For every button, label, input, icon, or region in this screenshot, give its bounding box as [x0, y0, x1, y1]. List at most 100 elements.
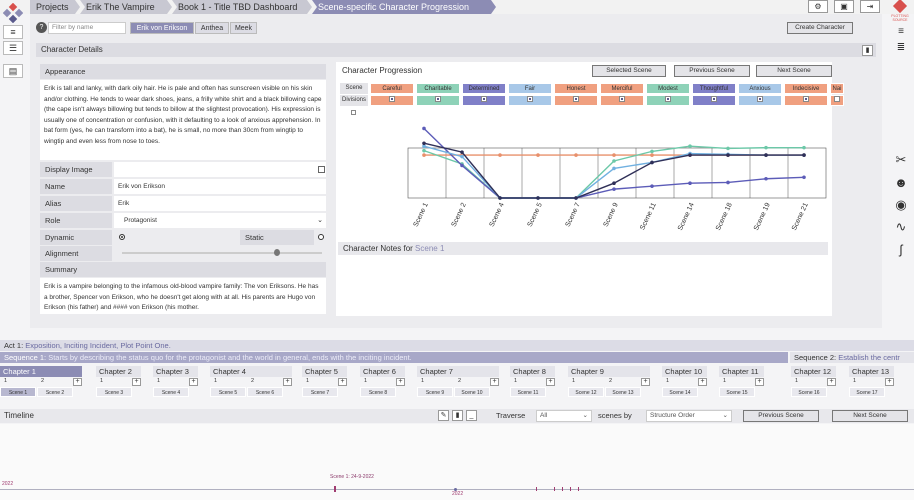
trait-checkbox[interactable] — [554, 95, 598, 106]
sequence-1[interactable]: Sequence 1: Starts by describing the sta… — [0, 352, 788, 363]
timeline-tick[interactable] — [554, 487, 555, 491]
checkbox[interactable] — [803, 96, 809, 102]
chapter-header[interactable]: Chapter 3 — [153, 366, 198, 377]
chapter-header[interactable]: Chapter 2 — [96, 366, 141, 377]
trash-icon[interactable]: ▮ — [452, 410, 463, 421]
next-scene-button[interactable]: Next Scene — [756, 65, 832, 77]
user-icon[interactable]: ▣ — [834, 0, 854, 13]
filter-input[interactable]: Filter by name — [48, 22, 126, 34]
scene-cell[interactable]: Scene 9 — [417, 387, 453, 397]
chapter-header[interactable]: Chapter 8 — [510, 366, 555, 377]
compass-icon[interactable]: ◉ — [891, 195, 911, 215]
archive-icon[interactable]: ▤ — [3, 64, 23, 78]
traverse-select[interactable]: All ⌄ — [536, 410, 592, 422]
scene-cell[interactable]: Scene 15 — [719, 387, 755, 397]
trait-checkbox[interactable] — [416, 95, 460, 106]
add-scene-button[interactable]: + — [641, 378, 650, 386]
add-scene-button[interactable]: + — [73, 378, 82, 386]
gear-icon[interactable]: ⚙ — [808, 0, 828, 13]
add-scene-button[interactable]: + — [698, 378, 707, 386]
chapter-header[interactable]: Chapter 10 — [662, 366, 707, 377]
dynamic-radio[interactable] — [119, 234, 125, 240]
timeline-previous-scene-button[interactable]: Previous Scene — [743, 410, 819, 422]
alignment-slider-handle[interactable] — [274, 249, 280, 256]
trait-checkbox[interactable] — [646, 95, 690, 106]
checkbox[interactable] — [619, 96, 625, 102]
notes-scene-link[interactable]: Scene 1 — [415, 244, 444, 253]
role-select[interactable]: Protagonist ⌄ — [114, 213, 326, 228]
chapter-header[interactable]: Chapter 13 — [849, 366, 894, 377]
summary-textarea[interactable]: Erik is a vampire belonging to the infam… — [40, 278, 326, 314]
face-icon[interactable]: ☻ — [891, 173, 911, 193]
add-scene-button[interactable]: + — [885, 378, 894, 386]
selected-scene-button[interactable]: Selected Scene — [592, 65, 666, 77]
add-scene-button[interactable]: + — [283, 378, 292, 386]
tab-character-meek[interactable]: Meek — [230, 22, 257, 34]
signature-icon[interactable]: ʃ — [891, 240, 911, 260]
checkbox[interactable] — [389, 96, 395, 102]
name-input[interactable]: Erik von Erikson — [114, 179, 326, 194]
add-scene-button[interactable]: + — [827, 378, 836, 386]
scene-cell[interactable]: Scene 10 — [454, 387, 490, 397]
help-icon[interactable]: ? — [36, 22, 47, 33]
timeline-tick[interactable] — [562, 487, 563, 491]
add-scene-button[interactable]: + — [490, 378, 499, 386]
timeline-tick[interactable] — [570, 487, 571, 491]
create-character-button[interactable]: Create Character — [787, 22, 853, 34]
notes-icon[interactable]: ≣ — [891, 38, 911, 58]
timeline-next-scene-button[interactable]: Next Scene — [832, 410, 908, 422]
trait-checkbox[interactable] — [692, 95, 736, 106]
checkbox[interactable] — [435, 96, 441, 102]
add-scene-button[interactable]: + — [546, 378, 555, 386]
chapter-header[interactable]: Chapter 1 — [0, 366, 82, 377]
scene-cell[interactable]: Scene 7 — [302, 387, 338, 397]
checkbox[interactable] — [665, 96, 671, 102]
tools-icon[interactable]: ✂ — [891, 150, 911, 170]
scene-cell[interactable]: Scene 6 — [247, 387, 283, 397]
add-scene-button[interactable]: + — [189, 378, 198, 386]
breadcrumb-book[interactable]: Book 1 - Title TBD Dashboard — [172, 0, 312, 14]
scene-cell[interactable]: Scene 1 — [0, 387, 36, 397]
breadcrumb-projects[interactable]: Projects — [30, 0, 80, 14]
sequence-2[interactable]: Sequence 2: Establish the centr — [790, 352, 914, 363]
timeline-tick[interactable] — [536, 487, 537, 491]
trait-checkbox[interactable] — [600, 95, 644, 106]
scene-cell[interactable]: Scene 16 — [791, 387, 827, 397]
trait-checkbox[interactable] — [830, 95, 844, 106]
chapter-header[interactable]: Chapter 7 — [417, 366, 499, 377]
chart-icon[interactable]: ∿ — [891, 217, 911, 237]
tab-character-erik[interactable]: Erik von Erikson — [130, 22, 194, 34]
scene-cell[interactable]: Scene 11 — [510, 387, 546, 397]
add-scene-button[interactable]: + — [338, 378, 347, 386]
alias-input[interactable]: Erik — [114, 196, 326, 211]
scene-cell[interactable]: Scene 5 — [210, 387, 246, 397]
breadcrumb-project[interactable]: Erik The Vampire — [80, 0, 172, 14]
checkbox[interactable] — [527, 96, 533, 102]
logo-icon[interactable] — [2, 2, 24, 24]
previous-scene-button[interactable]: Previous Scene — [674, 65, 750, 77]
trait-checkbox[interactable] — [738, 95, 782, 106]
scene-cell[interactable]: Scene 8 — [360, 387, 396, 397]
edit-icon[interactable]: ✎ — [438, 410, 449, 421]
checkbox[interactable] — [834, 96, 840, 102]
checkbox[interactable] — [573, 96, 579, 102]
scene-cell[interactable]: Scene 17 — [849, 387, 885, 397]
tab-character-anthea[interactable]: Anthea — [195, 22, 229, 34]
checkbox[interactable] — [757, 96, 763, 102]
chapter-header[interactable]: Chapter 6 — [360, 366, 405, 377]
trait-checkbox[interactable] — [508, 95, 552, 106]
appearance-textarea[interactable]: Erik is tall and lanky, with dark oily h… — [40, 80, 326, 160]
logout-icon[interactable]: ⇥ — [860, 0, 880, 13]
scene-cell[interactable]: Scene 14 — [662, 387, 698, 397]
trait-checkbox[interactable] — [462, 95, 506, 106]
chapter-header[interactable]: Chapter 9 — [568, 366, 650, 377]
scene-cell[interactable]: Scene 2 — [37, 387, 73, 397]
trait-checkbox[interactable] — [784, 95, 828, 106]
add-scene-button[interactable]: + — [755, 378, 764, 386]
menu-icon[interactable]: ≡ — [3, 25, 23, 39]
trash-icon[interactable]: ▮ — [862, 45, 873, 56]
chapter-header[interactable]: Chapter 12 — [791, 366, 836, 377]
progression-checkbox-row[interactable] — [351, 110, 356, 117]
chapter-header[interactable]: Chapter 11 — [719, 366, 764, 377]
scenes-by-select[interactable]: Structure Order ⌄ — [646, 410, 732, 422]
